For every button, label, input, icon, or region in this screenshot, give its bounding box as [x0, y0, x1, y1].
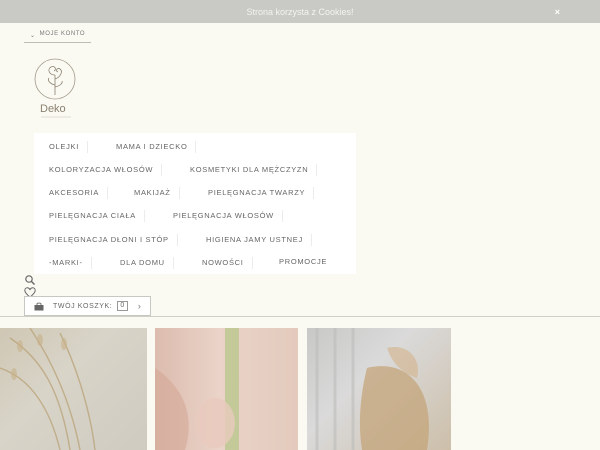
banner-image-1[interactable]	[0, 328, 147, 450]
menu-item-olejki[interactable]: OLEJKI	[49, 141, 89, 153]
cookie-close-button[interactable]: ×	[555, 0, 560, 23]
main-menu: OLEJKI MAMA I DZIECKO KOLORYZACJA WŁOSÓW…	[34, 133, 356, 274]
menu-item-pielegnacja-dloni-i-stop[interactable]: PIELĘGNACJA DŁONI I STÓP	[49, 234, 178, 246]
menu-item-kosmetyki-dla-mezczyzn[interactable]: KOSMETYKI DLA MĘŻCZYZN	[190, 164, 318, 176]
my-account-label: MOJE KONTO	[39, 31, 86, 37]
banner-image-2[interactable]	[155, 328, 298, 450]
my-account-link[interactable]: ⌄ MOJE KONTO	[24, 30, 91, 43]
menu-item-nowosci[interactable]: NOWOŚCI	[202, 257, 253, 269]
bag-icon	[34, 302, 44, 310]
cookie-bar: Strona korzysta z Cookies! ×	[0, 0, 600, 23]
banner-image-3[interactable]	[307, 328, 451, 450]
cart-label: TWÓJ KOSZYK:	[53, 302, 113, 310]
menu-item-akcesoria[interactable]: AKCESORIA	[49, 187, 109, 199]
logo-text: Deko	[40, 103, 66, 115]
cookie-message: Strona korzysta z Cookies!	[246, 6, 354, 17]
menu-item-dla-domu[interactable]: DLA DOMU	[120, 257, 174, 269]
menu-item-koloryzacja-wlosow[interactable]: KOLORYZACJA WŁOSÓW	[49, 164, 163, 176]
chevron-right-icon: ›	[137, 301, 142, 311]
cart-button[interactable]: TWÓJ KOSZYK: 0 ›	[24, 296, 151, 316]
menu-item-pielegnacja-wlosow[interactable]: PIELĘGNACJA WŁOSÓW	[173, 210, 283, 222]
menu-item-mama-i-dziecko[interactable]: MAMA I DZIECKO	[116, 141, 197, 153]
header-divider	[0, 316, 600, 317]
menu-item-pielegnacja-ciala[interactable]: PIELĘGNACJA CIAŁA	[49, 210, 145, 222]
search-icon[interactable]	[24, 274, 36, 286]
chevron-down-icon: ⌄	[30, 33, 36, 39]
menu-item-marki[interactable]: -MARKI-	[49, 257, 92, 269]
menu-item-promocje[interactable]: PROMOCJE	[279, 257, 327, 266]
menu-item-pielegnacja-twarzy[interactable]: PIELĘGNACJA TWARZY	[208, 187, 315, 199]
menu-item-higiena-jamy-ustnej[interactable]: HIGIENA JAMY USTNEJ	[206, 234, 312, 246]
cart-count-badge: 0	[117, 301, 128, 311]
menu-item-makijaz[interactable]: MAKIJAŻ	[134, 187, 180, 199]
